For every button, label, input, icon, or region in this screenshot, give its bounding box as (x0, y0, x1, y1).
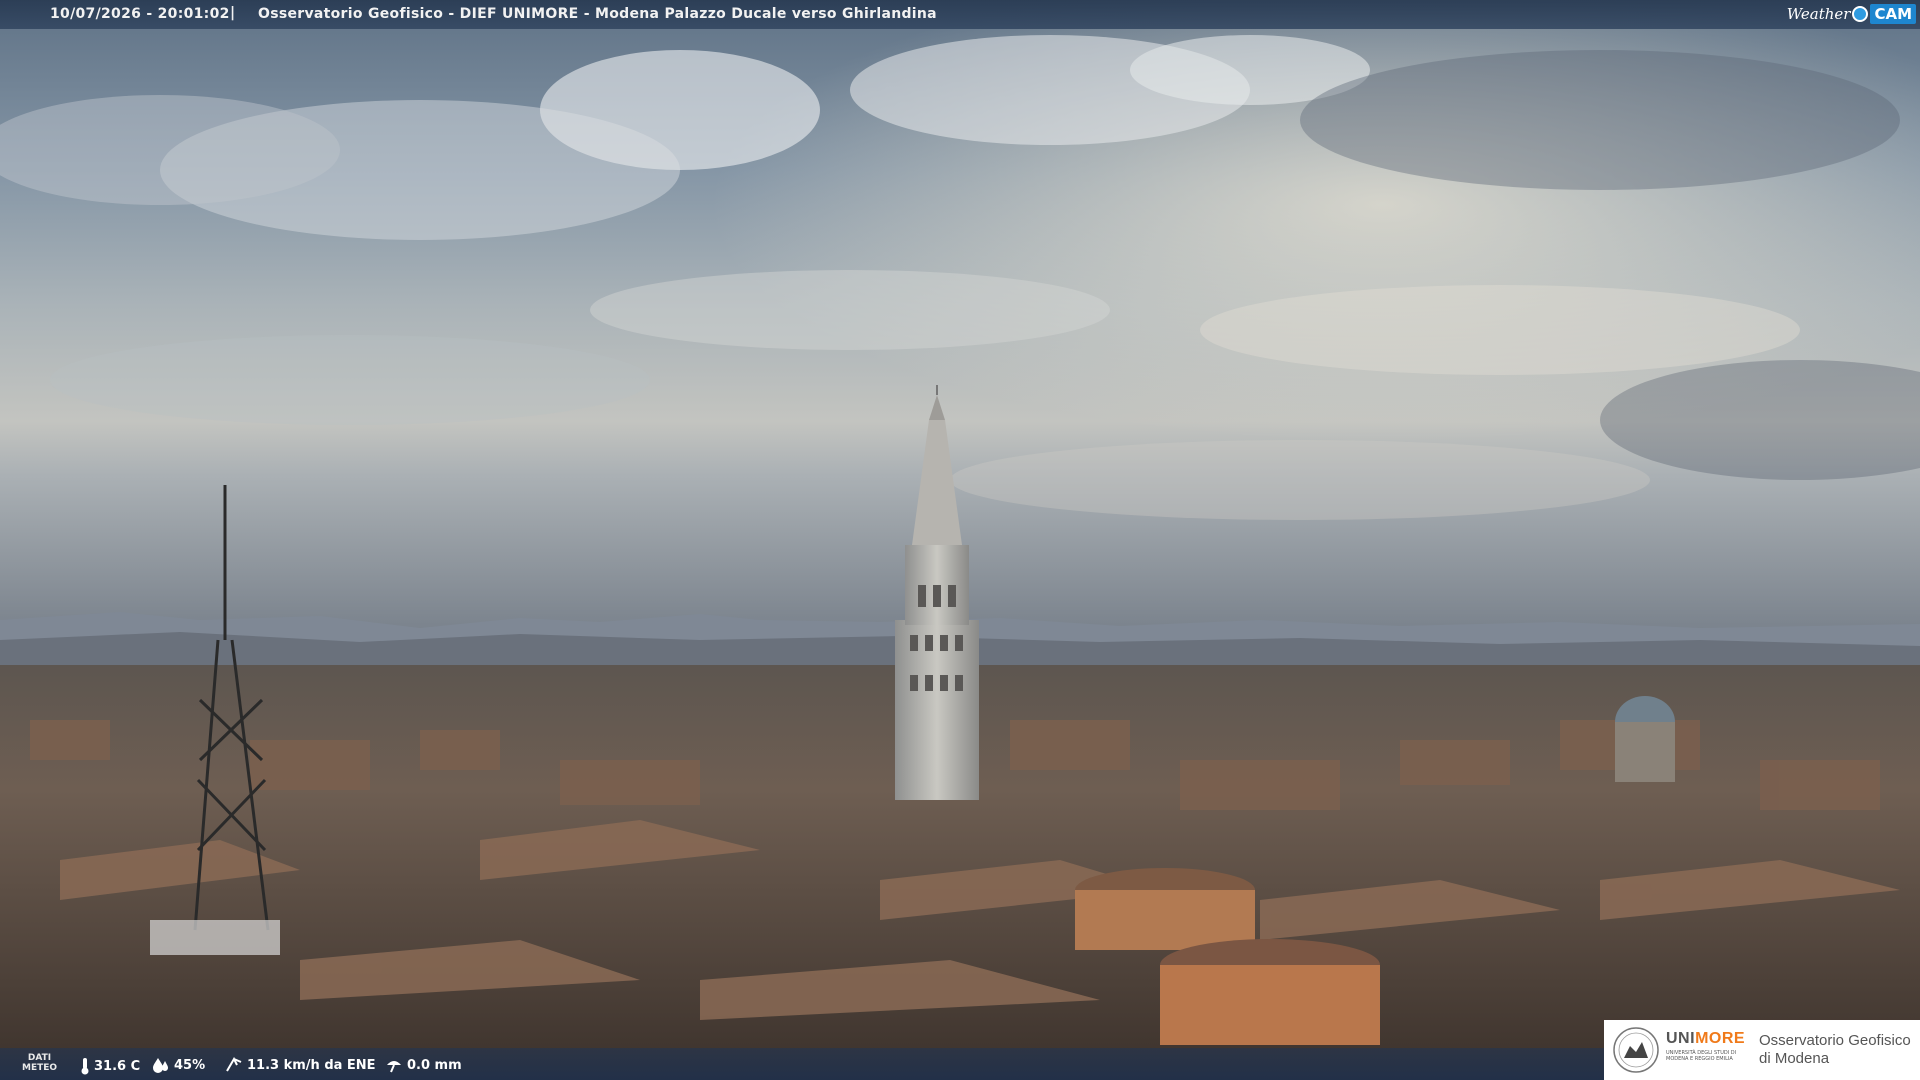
caption-separator: | (230, 5, 236, 21)
camera-lens-icon (1852, 6, 1869, 22)
caption-bar: 10/07/2026 - 20:01:02 | Osservatorio Geo… (0, 0, 1920, 29)
weathercam-logo: Weather CAM (1787, 3, 1916, 25)
thermometer-icon (81, 1058, 89, 1075)
unimore-logo: UNIMORE UNIVERSITÀ DEGLI STUDI DI MODENA… (1604, 1020, 1920, 1080)
rain-value: 0.0 mm (407, 1057, 462, 1073)
webcam-frame: 10/07/2026 - 20:01:02 | Osservatorio Geo… (0, 0, 1920, 1080)
temperature-value: 31.6 C (94, 1058, 141, 1074)
observatory-name: Osservatorio Geofisico di Modena (1759, 1032, 1911, 1067)
wind-icon (226, 1057, 242, 1072)
university-seal-icon (1613, 1027, 1659, 1073)
temperature-reading: 31.6 C (80, 1057, 140, 1075)
unimore-name: UNIMORE (1666, 1030, 1746, 1047)
rain-gauge-icon (387, 1061, 401, 1073)
weathercam-logo-word2: CAM (1870, 4, 1916, 24)
humidity-reading: 45% (152, 1057, 205, 1073)
weathercam-logo-word1: Weather (1786, 5, 1851, 23)
humidity-drop-icon (153, 1058, 168, 1073)
rain-reading: 0.0 mm (385, 1057, 462, 1073)
capture-timestamp: 10/07/2026 - 20:01:02 (50, 6, 230, 22)
webcam-scene (0, 0, 1920, 1080)
unimore-subtitle: UNIVERSITÀ DEGLI STUDI DI MODENA E REGGI… (1666, 1050, 1737, 1062)
camera-title: Osservatorio Geofisico - DIEF UNIMORE - … (258, 6, 937, 22)
weather-data-label: DATI METEO (22, 1053, 58, 1073)
humidity-value: 45% (174, 1057, 206, 1073)
wind-reading: 11.3 km/h da ENE (225, 1057, 376, 1073)
wind-value: 11.3 km/h da ENE (247, 1057, 376, 1073)
